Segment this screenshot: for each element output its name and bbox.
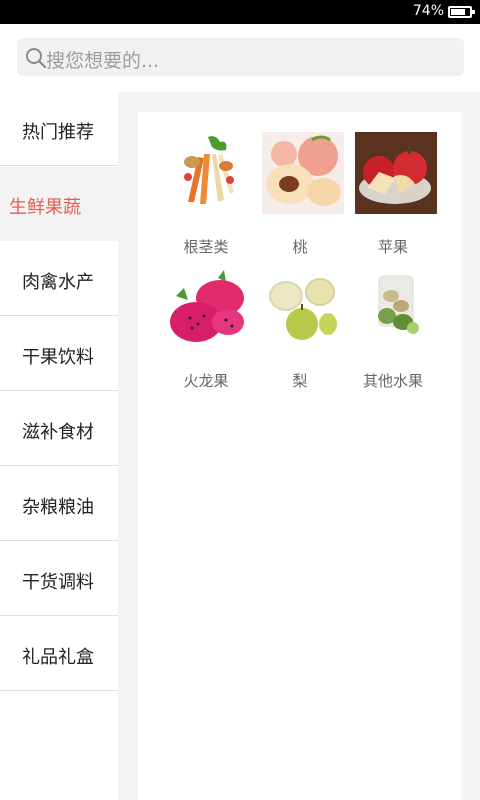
category-item[interactable]: 桃: [252, 132, 348, 256]
category-name: 桃: [292, 238, 308, 256]
root-vegetables-image: [168, 132, 250, 214]
category-name: 根茎类: [183, 238, 229, 256]
category-name: 火龙果: [183, 372, 229, 390]
status-bar: 74%: [0, 0, 480, 24]
search-icon: [26, 48, 47, 69]
sidebar-item-label: 干货调料: [22, 572, 94, 593]
category-item[interactable]: 火龙果: [158, 266, 254, 390]
sidebar-item-label: 生鲜果蔬: [9, 197, 81, 218]
sidebar-item-label: 干果饮料: [22, 347, 94, 368]
dragon-fruit-image: [168, 266, 250, 348]
peach-image: [262, 132, 344, 214]
sidebar-item-gift[interactable]: 礼品礼盒: [0, 617, 118, 691]
category-item[interactable]: 根茎类: [158, 132, 254, 256]
sidebar-item-grain[interactable]: 杂粮粮油: [0, 467, 118, 541]
pear-image: [262, 266, 344, 348]
category-sidebar: 热门推荐 生鲜果蔬 肉禽水产 干果饮料 滋补食材 杂粮粮油 干货调料 礼品礼盒: [0, 92, 118, 800]
category-item[interactable]: 梨: [252, 266, 348, 390]
sidebar-item-fresh[interactable]: 生鲜果蔬: [0, 167, 118, 241]
sidebar-item-drinks[interactable]: 干果饮料: [0, 317, 118, 391]
search-placeholder: 搜您想要的...: [46, 50, 160, 72]
apple-image: [355, 132, 437, 214]
battery-icon: [448, 6, 475, 18]
other-fruit-image: [355, 266, 437, 348]
sidebar-item-seasoning[interactable]: 干货调料: [0, 542, 118, 616]
category-name: 苹果: [377, 238, 408, 256]
category-name: 梨: [292, 372, 308, 390]
battery-percent: 74%: [412, 3, 444, 19]
category-name: 其他水果: [362, 372, 423, 390]
category-grid: 根茎类 桃 苹果 火龙果 梨 其他水果: [138, 112, 461, 800]
search-input[interactable]: 搜您想要的...: [17, 38, 464, 76]
sidebar-item-label: 滋补食材: [22, 422, 94, 443]
sidebar-item-label: 杂粮粮油: [22, 497, 94, 518]
sidebar-item-label: 礼品礼盒: [22, 647, 94, 668]
sidebar-item-label: 肉禽水产: [22, 272, 94, 293]
sidebar-item-tonic[interactable]: 滋补食材: [0, 392, 118, 466]
sidebar-item-meat[interactable]: 肉禽水产: [0, 242, 118, 316]
search-bar: 搜您想要的...: [0, 24, 480, 92]
category-item[interactable]: 苹果: [345, 132, 441, 256]
category-item[interactable]: 其他水果: [345, 266, 441, 390]
sidebar-item-label: 热门推荐: [22, 122, 94, 143]
sidebar-item-hot[interactable]: 热门推荐: [0, 92, 118, 166]
